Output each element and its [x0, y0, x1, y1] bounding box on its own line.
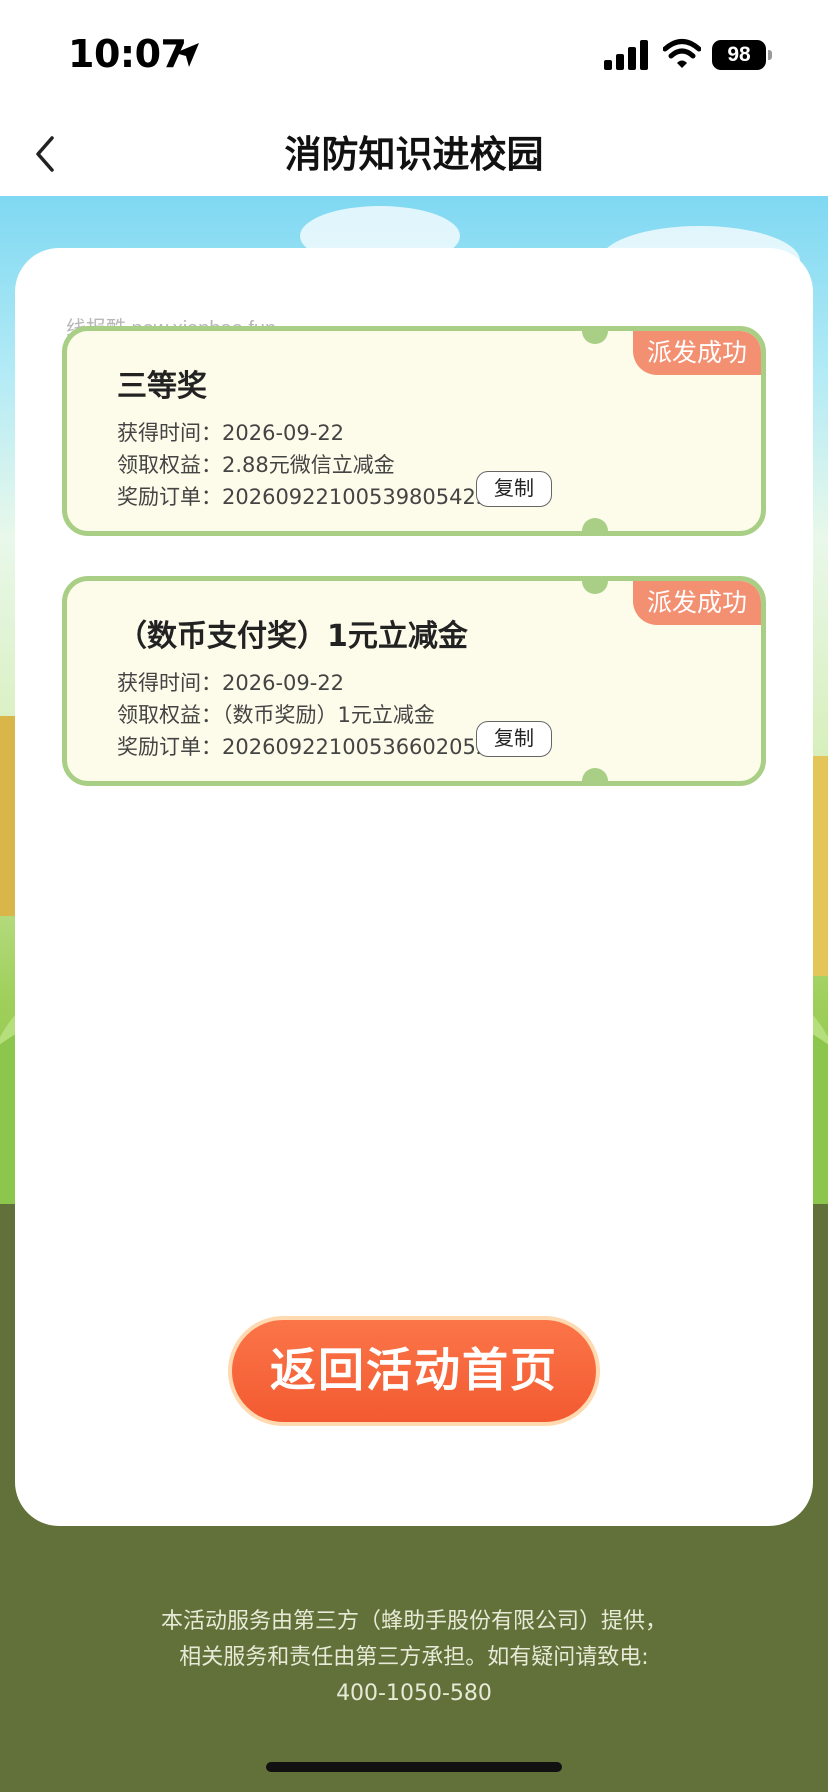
order-label: 奖励订单：: [117, 735, 222, 759]
benefit-value: 2.88元微信立减金: [222, 453, 395, 477]
wifi-icon: [663, 39, 701, 68]
card-notch: [582, 768, 608, 781]
cellular-signal-icon: [604, 40, 648, 70]
card-notch: [582, 331, 608, 344]
home-indicator[interactable]: [266, 1762, 562, 1772]
copy-button[interactable]: 复制: [476, 471, 552, 507]
copy-button[interactable]: 复制: [476, 721, 552, 757]
status-badge: 派发成功: [633, 331, 761, 375]
battery-tip: [768, 50, 772, 60]
status-bar: 10:07 98: [0, 0, 828, 110]
obtain-time-value: 2026-09-22: [222, 421, 345, 445]
benefit-label: 领取权益：: [117, 703, 222, 727]
benefit-row: 领取权益：2.88元微信立减金: [117, 449, 395, 479]
obtain-time-label: 获得时间：: [117, 671, 222, 695]
reward-title: 三等奖: [117, 369, 207, 404]
battery-level: 98: [712, 40, 766, 70]
obtain-time-value: 2026-09-22: [222, 671, 345, 695]
footer-phone: 400-1050-580: [336, 1681, 492, 1706]
card-notch: [582, 581, 608, 594]
obtain-time-row: 获得时间：2026-09-22: [117, 667, 344, 697]
status-badge: 派发成功: [633, 581, 761, 625]
order-row: 奖励订单：20260922100539805423: [117, 481, 489, 511]
order-row: 奖励订单：20260922100536602052: [117, 731, 489, 761]
obtain-time-row: 获得时间：2026-09-22: [117, 417, 344, 447]
order-label: 奖励订单：: [117, 485, 222, 509]
battery-indicator: 98: [712, 40, 772, 70]
footer-line-1: 本活动服务由第三方（蜂助手股份有限公司）提供，: [160, 1609, 667, 1634]
order-number: 20260922100539805423: [222, 485, 490, 509]
reward-title: （数币支付奖）1元立减金: [117, 619, 468, 654]
benefit-value: （数币奖励）1元立减金: [222, 703, 435, 727]
footer-disclaimer: 本活动服务由第三方（蜂助手股份有限公司）提供， 相关服务和责任由第三方承担。如有…: [0, 1604, 828, 1712]
reward-card: 派发成功 三等奖 获得时间：2026-09-22 领取权益：2.88元微信立减金…: [62, 326, 766, 536]
page-title: 消防知识进校园: [284, 133, 544, 176]
footer-line-2: 相关服务和责任由第三方承担。如有疑问请致电:: [179, 1645, 649, 1670]
benefit-label: 领取权益：: [117, 453, 222, 477]
benefit-row: 领取权益：（数币奖励）1元立减金: [117, 699, 435, 729]
reward-card: 派发成功 （数币支付奖）1元立减金 获得时间：2026-09-22 领取权益：（…: [62, 576, 766, 786]
status-time: 10:07: [68, 32, 187, 76]
order-number: 20260922100536602052: [222, 735, 490, 759]
return-home-button[interactable]: 返回活动首页: [228, 1316, 600, 1426]
location-arrow-icon: [175, 43, 199, 67]
nav-bar: 消防知识进校园: [0, 110, 828, 196]
obtain-time-label: 获得时间：: [117, 421, 222, 445]
card-notch: [582, 518, 608, 531]
